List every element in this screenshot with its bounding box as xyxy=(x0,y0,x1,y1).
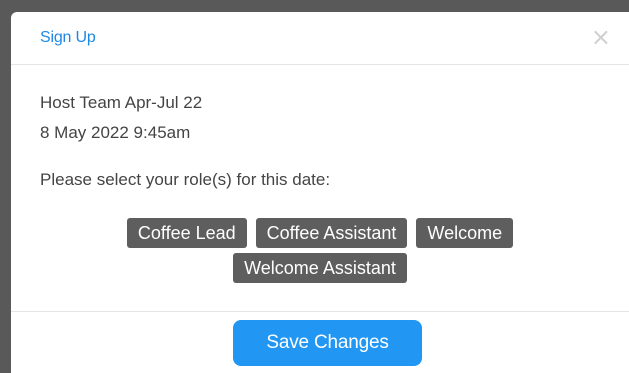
role-row: Welcome Assistant xyxy=(11,253,629,283)
modal-footer: Save Changes xyxy=(11,312,629,373)
sign-up-modal: Sign Up × Host Team Apr-Jul 22 8 May 202… xyxy=(11,12,629,373)
role-button-welcome[interactable]: Welcome xyxy=(416,218,514,248)
close-icon[interactable]: × xyxy=(591,25,611,49)
role-button-coffee-lead[interactable]: Coffee Lead xyxy=(126,218,247,248)
role-button-coffee-assistant[interactable]: Coffee Assistant xyxy=(255,218,408,248)
event-datetime: 8 May 2022 9:45am xyxy=(40,123,191,142)
role-options: Coffee Lead Coffee Assistant Welcome Wel… xyxy=(11,218,629,288)
modal-body: Host Team Apr-Jul 22 8 May 2022 9:45am P… xyxy=(11,65,629,312)
role-prompt: Please select your role(s) for this date… xyxy=(40,170,331,189)
role-row: Coffee Lead Coffee Assistant Welcome xyxy=(11,218,629,248)
role-button-welcome-assistant[interactable]: Welcome Assistant xyxy=(233,253,407,283)
modal-header: Sign Up × xyxy=(11,12,629,65)
modal-title: Sign Up xyxy=(40,29,96,46)
save-changes-button[interactable]: Save Changes xyxy=(233,320,422,366)
event-name: Host Team Apr-Jul 22 xyxy=(40,93,203,112)
